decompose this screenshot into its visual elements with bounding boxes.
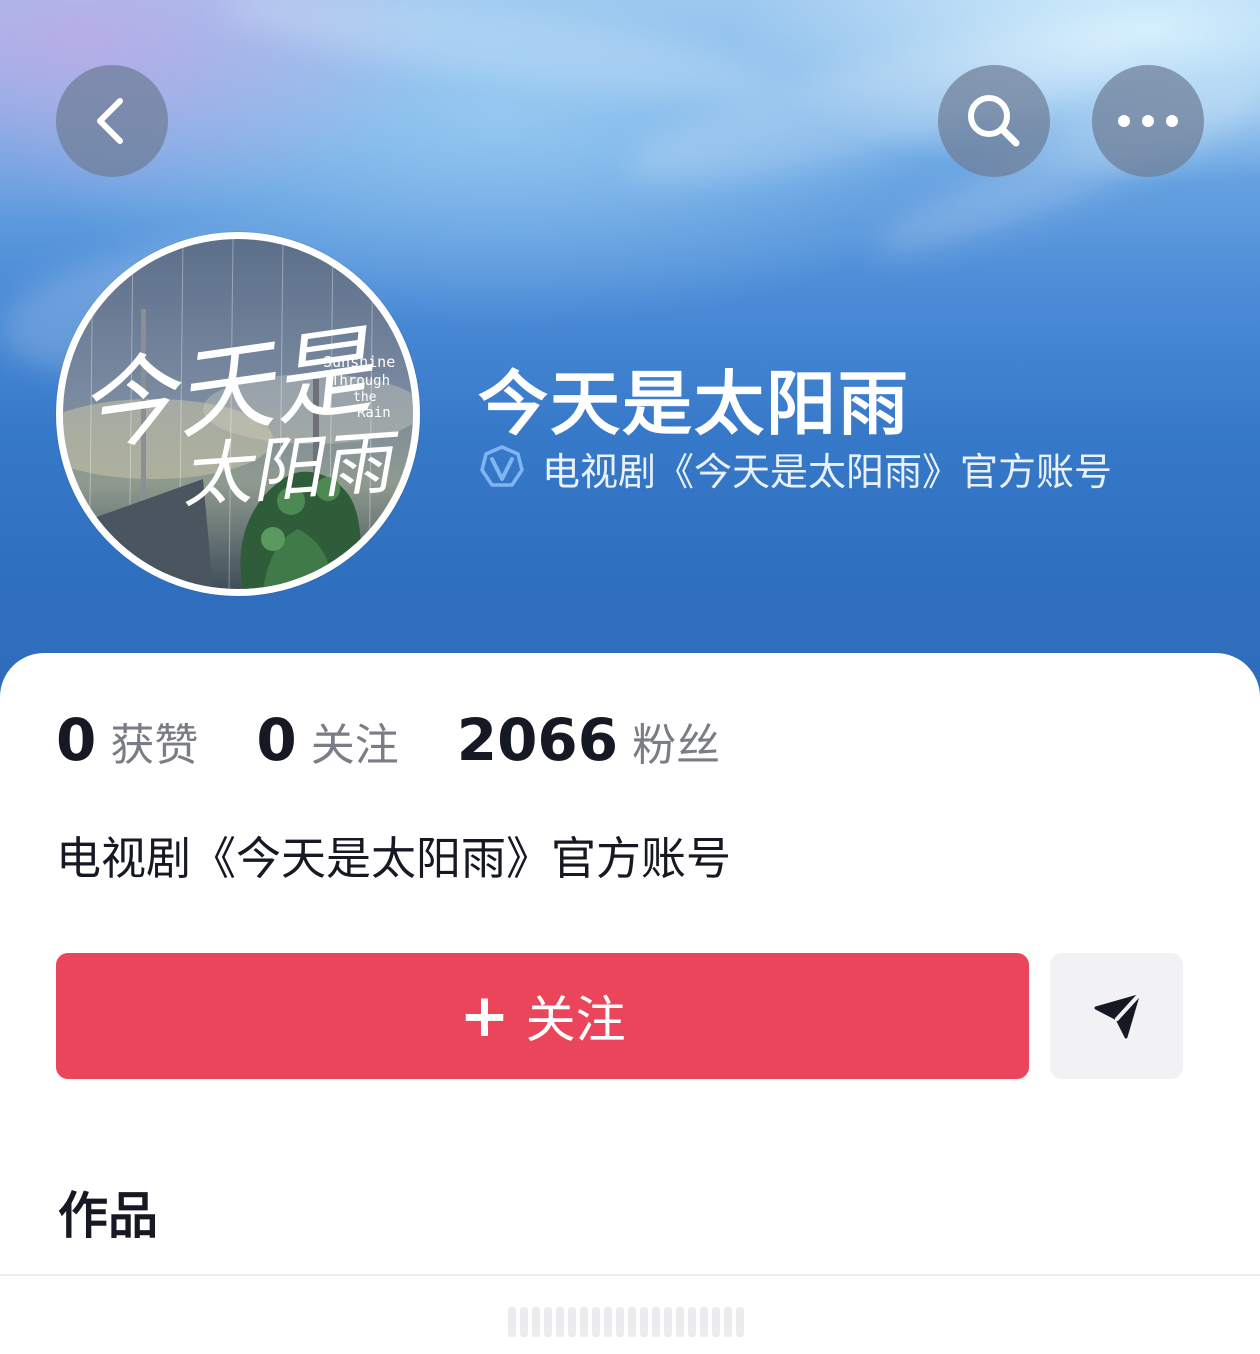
avatar[interactable]: 今天是 太阳雨 Sunshine Through the Rain (56, 232, 420, 596)
stat-following-label: 关注 (310, 720, 399, 771)
avatar-image: 今天是 太阳雨 Sunshine Through the Rain (63, 239, 413, 589)
avatar-en-4: Rain (357, 405, 391, 421)
avatar-en-2: Through (331, 373, 390, 389)
verification-text: 电视剧《今天是太阳雨》官方账号 (542, 449, 1113, 494)
account-name: 今天是太阳雨 (478, 363, 910, 445)
stat-likes-value: 0 (56, 706, 97, 774)
send-message-button[interactable] (1050, 953, 1183, 1079)
stat-followers-value: 2066 (456, 706, 619, 774)
verified-badge-icon (480, 445, 524, 487)
stat-likes-label: 获赞 (110, 720, 199, 771)
stats-row: 0 获赞 0 关注 2066 粉丝 (56, 706, 778, 786)
send-icon (1094, 994, 1140, 1039)
works-section-title: 作品 (58, 1187, 158, 1245)
stat-likes[interactable]: 0 获赞 (56, 706, 198, 774)
more-button[interactable] (1092, 65, 1204, 177)
back-icon (97, 98, 123, 144)
follow-button[interactable]: + 关注 (56, 953, 1029, 1079)
avatar-title-line2: 太阳雨 (178, 421, 403, 518)
avatar-en-1: Sunshine (323, 353, 395, 371)
search-icon (968, 95, 1020, 147)
stat-following-value: 0 (256, 706, 297, 774)
more-icon (1118, 115, 1178, 127)
stat-followers-label: 粉丝 (632, 720, 721, 771)
avatar-artwork: 今天是 太阳雨 Sunshine Through the Rain (63, 239, 413, 589)
profile-bio: 电视剧《今天是太阳雨》官方账号 (56, 832, 732, 885)
section-divider (0, 1274, 1260, 1276)
plus-icon: + (459, 981, 510, 1051)
search-button[interactable] (938, 65, 1050, 177)
back-button[interactable] (56, 65, 168, 177)
verification-row: 电视剧《今天是太阳雨》官方账号 (478, 442, 1112, 494)
avatar-en-3: the (353, 390, 377, 405)
follow-button-label: 关注 (525, 991, 626, 1049)
loading-placeholder (508, 1304, 752, 1340)
stat-followers[interactable]: 2066 粉丝 (457, 706, 720, 774)
stat-following[interactable]: 0 关注 (256, 706, 398, 774)
